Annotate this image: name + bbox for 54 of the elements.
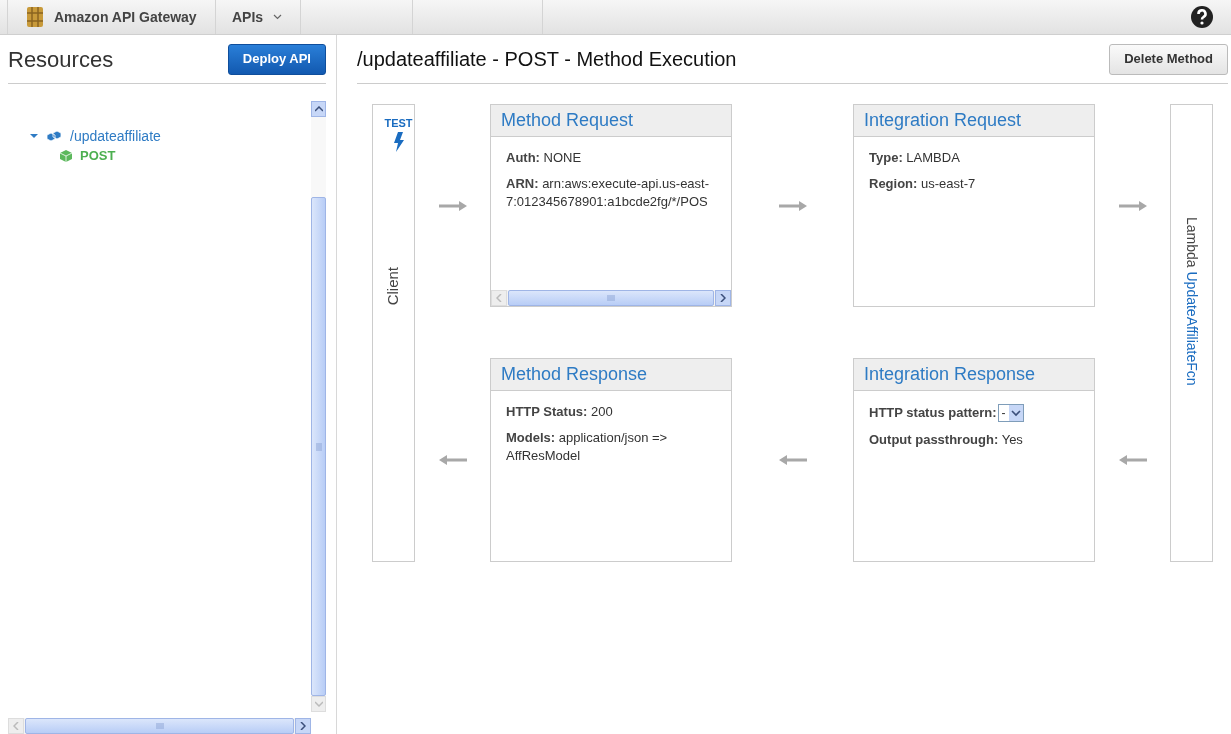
cube-icon bbox=[60, 150, 72, 162]
sidebar-title: Resources bbox=[8, 45, 114, 74]
page-title: /updateaffiliate - POST - Method Execution bbox=[357, 47, 737, 72]
field-text: Models: application/json => AffResModel bbox=[506, 429, 669, 465]
grip-icon bbox=[607, 295, 615, 301]
chevron-right-icon[interactable] bbox=[300, 722, 306, 730]
test-button[interactable]: TEST bbox=[374, 115, 413, 152]
chevron-left-icon[interactable] bbox=[13, 722, 19, 730]
right-arrow-icon bbox=[778, 200, 807, 211]
help-icon[interactable] bbox=[1190, 5, 1214, 29]
field-label: HTTP status pattern: bbox=[869, 404, 997, 422]
lightning-icon bbox=[392, 131, 405, 152]
card-title[interactable]: Integration Response bbox=[854, 359, 1094, 391]
chevron-right-icon[interactable] bbox=[720, 294, 726, 302]
chevron-up-icon[interactable] bbox=[314, 106, 323, 112]
delete-method-button[interactable]: Delete Method bbox=[1109, 43, 1228, 75]
chevron-left-icon[interactable] bbox=[496, 294, 502, 302]
client-label: Client bbox=[383, 267, 403, 306]
left-arrow-icon bbox=[778, 455, 807, 465]
execution-card[interactable]: Method Request Auth: NONE ARN: arn:aws:execute-api.us-east-7:012345678901:a1bcde2fg/*/POS bbox=[490, 104, 732, 307]
card-title[interactable]: Method Response bbox=[491, 359, 731, 391]
resource-item[interactable]: /updateaffiliate bbox=[70, 125, 161, 147]
chevron-down-icon bbox=[273, 14, 283, 20]
execution-card[interactable]: Integration Request Type: LAMBDA Region: us-east-7 bbox=[853, 104, 1095, 307]
field-text: Region: us-east-7 bbox=[869, 175, 976, 193]
apis-menu[interactable]: APIs bbox=[216, 0, 301, 34]
lambda-label: Lambda UpdateAffiliateFcn bbox=[1183, 217, 1201, 388]
chevron-down-icon[interactable] bbox=[314, 701, 323, 707]
deploy-api-button[interactable]: Deploy API bbox=[227, 43, 326, 75]
horizontal-scrollbar[interactable] bbox=[491, 290, 731, 306]
field-text: Type: LAMBDA bbox=[869, 149, 960, 167]
chevron-down-icon bbox=[1008, 404, 1023, 421]
logo-icon bbox=[24, 5, 46, 29]
field-text: HTTP Status: 200 bbox=[506, 403, 613, 421]
resource-icon bbox=[46, 130, 62, 142]
execution-card[interactable]: Method Response HTTP Status: 200 Models: application/json => AffResModel bbox=[490, 358, 732, 562]
brand-name[interactable]: Amazon API Gateway bbox=[54, 6, 197, 28]
status-pattern-dropdown[interactable]: - bbox=[997, 403, 1024, 422]
field-text: Auth: NONE bbox=[506, 149, 582, 167]
caret-down-icon[interactable] bbox=[30, 132, 38, 140]
grip-icon bbox=[315, 442, 322, 451]
card-title[interactable]: Integration Request bbox=[854, 105, 1094, 137]
right-arrow-icon bbox=[438, 200, 467, 211]
card-title[interactable]: Method Request bbox=[491, 105, 731, 137]
grip-icon bbox=[155, 723, 164, 729]
left-arrow-icon bbox=[1118, 455, 1147, 465]
right-arrow-icon bbox=[1118, 200, 1147, 211]
execution-card[interactable]: Integration Response HTTP status pattern: - Output passthrough: Yes bbox=[853, 358, 1095, 562]
method-item[interactable]: POST bbox=[80, 146, 116, 166]
field-text: ARN: arn:aws:execute-api.us-east-7:012345678901:a1bcde2fg/*/POS bbox=[506, 175, 711, 211]
horizontal-scrollbar[interactable] bbox=[8, 718, 311, 734]
left-arrow-icon bbox=[438, 455, 467, 465]
field-text: Output passthrough: Yes bbox=[869, 430, 1023, 449]
function-link[interactable]: UpdateAffiliateFcn bbox=[1184, 271, 1200, 386]
